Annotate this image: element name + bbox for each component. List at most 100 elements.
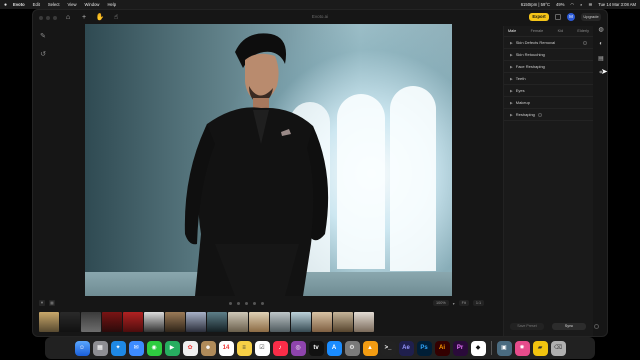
menu-select[interactable]: Select	[48, 2, 60, 7]
toggle-icon[interactable]	[583, 40, 587, 45]
photos-icon[interactable]: ✿	[182, 340, 198, 356]
evoto-icon[interactable]: ◆	[470, 340, 486, 356]
filter-icon[interactable]: ▼	[39, 300, 45, 306]
calendar-icon[interactable]: 14	[218, 340, 234, 356]
illustrator-icon[interactable]: Ai	[434, 340, 450, 356]
zoom-window-button[interactable]	[53, 16, 57, 20]
menu-edit[interactable]: Edit	[33, 2, 40, 7]
thumbnail[interactable]	[165, 312, 185, 332]
tab-kid[interactable]: Kid	[558, 29, 564, 33]
section-eyes[interactable]: ▶ Eyes	[504, 85, 593, 97]
zoom-level[interactable]: 100%	[433, 300, 449, 306]
layers-icon[interactable]: ▤	[598, 55, 604, 62]
thumbnail[interactable]	[249, 312, 269, 332]
grid-icon[interactable]: ▦	[49, 300, 55, 306]
thumbnail[interactable]	[270, 312, 290, 332]
podcasts-icon[interactable]: ◎	[290, 340, 306, 356]
search-icon[interactable]: ⌕	[580, 2, 582, 7]
thumbnail[interactable]	[186, 312, 206, 332]
wifi-icon[interactable]: ◠	[570, 2, 574, 7]
battery-status[interactable]: 49%	[556, 2, 564, 7]
music-icon[interactable]: ♪	[272, 340, 288, 356]
terminal-icon[interactable]: >_	[380, 340, 396, 356]
avatar[interactable]: M	[567, 13, 575, 21]
section-skin-retouching[interactable]: ▶ Skin Retouching	[504, 49, 593, 61]
trash-icon[interactable]: ⌫	[550, 340, 566, 356]
color-icon[interactable]: ◐	[599, 41, 603, 47]
section-reshaping[interactable]: ▶ Reshaping	[504, 109, 593, 121]
pan-icon[interactable]: ☝	[111, 13, 121, 23]
minimize-window-button[interactable]	[46, 16, 50, 20]
tab-elderly[interactable]: Elderly	[577, 29, 589, 33]
dot[interactable]	[253, 302, 256, 305]
section-face-reshaping[interactable]: ▶ Face Reshaping	[504, 61, 593, 73]
thumbnail[interactable]	[81, 312, 101, 332]
photoshop-icon[interactable]: Ps	[416, 340, 432, 356]
clock[interactable]: Tue 14 Mar 3:08 AM	[598, 2, 636, 7]
notes-icon[interactable]: ≡	[236, 340, 252, 356]
tv-icon[interactable]: tv	[308, 340, 324, 356]
section-teeth[interactable]: ▶ Teeth	[504, 73, 593, 85]
premiere-icon[interactable]: Pr	[452, 340, 468, 356]
close-window-button[interactable]	[39, 16, 43, 20]
after-effects-icon[interactable]: Ae	[398, 340, 414, 356]
tab-female[interactable]: Female	[531, 29, 544, 33]
thumbnail[interactable]	[228, 312, 248, 332]
panel-toggle-icon[interactable]	[555, 14, 561, 20]
menu-window[interactable]: Window	[85, 2, 100, 7]
thumbnail[interactable]	[312, 312, 332, 332]
thumbnail[interactable]	[354, 312, 374, 332]
thumbnail[interactable]	[60, 312, 80, 332]
hand-icon[interactable]: ✋	[95, 13, 105, 23]
menu-view[interactable]: View	[68, 2, 77, 7]
menu-app[interactable]: Evoto	[13, 2, 25, 7]
thumbnail[interactable]	[291, 312, 311, 332]
downloads-icon[interactable]: ✸	[514, 340, 530, 356]
fit-button[interactable]: Fit	[458, 300, 469, 306]
mail-icon[interactable]: ✉	[128, 340, 144, 356]
add-icon[interactable]: +	[79, 13, 89, 23]
section-skin-defects-removal[interactable]: ▶ Skin Defects Removal	[504, 37, 593, 49]
export-button[interactable]: Export	[529, 13, 549, 21]
section-makeup[interactable]: ▶ Makeup	[504, 97, 593, 109]
app-store-icon[interactable]: A	[326, 340, 342, 356]
upgrade-button[interactable]: Upgrade	[581, 13, 601, 21]
home-icon[interactable]: ⌂	[63, 13, 73, 23]
preview-icon[interactable]: ▣	[496, 340, 512, 356]
system-settings-icon[interactable]: ⚙	[344, 340, 360, 356]
apple-icon[interactable]: ●	[4, 2, 7, 8]
info-icon[interactable]	[537, 112, 542, 117]
reminders-icon[interactable]: ☑	[254, 340, 270, 356]
chevron-down-icon[interactable]: ▾	[453, 301, 455, 306]
control-center-icon[interactable]: ☰	[588, 2, 592, 7]
contacts-icon[interactable]: ☻	[200, 340, 216, 356]
photo-canvas[interactable]	[85, 24, 452, 296]
thumbnail[interactable]	[123, 312, 143, 332]
launchpad-icon[interactable]: ▦	[92, 340, 108, 356]
camera-icon[interactable]: ◍	[598, 26, 603, 33]
messages-icon[interactable]: ◉	[146, 340, 162, 356]
stack-icon[interactable]: ▰	[532, 340, 548, 356]
facetime-icon[interactable]: ▶	[164, 340, 180, 356]
save-preset-button[interactable]: Save Preset	[510, 323, 544, 330]
dot[interactable]	[261, 302, 264, 305]
dot[interactable]	[237, 302, 240, 305]
dot[interactable]	[245, 302, 248, 305]
safari-icon[interactable]: ✦	[110, 340, 126, 356]
menu-help[interactable]: Help	[107, 2, 116, 7]
history-icon[interactable]: ↺	[38, 50, 48, 60]
dot[interactable]	[229, 302, 232, 305]
sync-button[interactable]: Sync	[552, 323, 586, 330]
thumbnail[interactable]	[144, 312, 164, 332]
thumbnail[interactable]	[333, 312, 353, 332]
tab-male[interactable]: Male	[508, 29, 516, 33]
fan-status[interactable]: 6150rpm | 59°C	[521, 2, 550, 7]
thumbnail[interactable]	[39, 312, 59, 332]
finder-icon[interactable]: ☺	[74, 340, 90, 356]
settings-icon[interactable]	[594, 324, 599, 329]
ratio-button[interactable]: 1:1	[472, 300, 485, 306]
thumbnail[interactable]	[102, 312, 122, 332]
vlc-icon[interactable]: ▲	[362, 340, 378, 356]
thumbnail[interactable]	[207, 312, 227, 332]
brush-icon[interactable]: ✎	[38, 32, 48, 42]
